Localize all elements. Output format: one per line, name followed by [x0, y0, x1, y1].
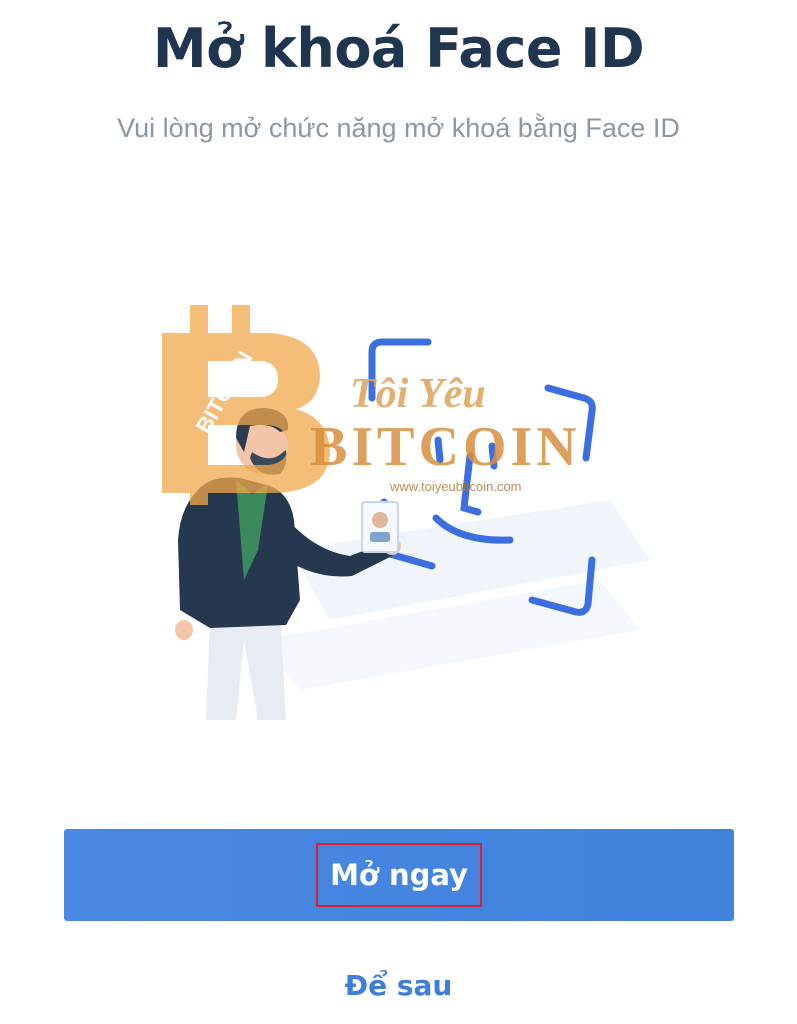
bitcoin-logo-icon: BITCOIN	[162, 305, 330, 505]
watermark-brand-line: Tôi Yêu	[350, 371, 486, 417]
open-now-button[interactable]: Mở ngay	[64, 829, 734, 921]
watermark-url: www.toiyeubitcoin.com	[389, 479, 522, 494]
open-now-button-label: Mở ngay	[316, 843, 482, 907]
page-title: Mở khoá Face ID	[152, 17, 645, 80]
watermark: BITCOIN Tôi Yêu BITCOIN www.toiyeubitcoi…	[162, 305, 581, 505]
watermark-brand-big: BITCOIN	[310, 416, 581, 478]
page-subtitle: Vui lòng mở chức năng mở khoá bằng Face …	[117, 113, 680, 143]
later-link[interactable]: Để sau	[0, 962, 797, 1010]
man-left-hand	[175, 620, 193, 640]
